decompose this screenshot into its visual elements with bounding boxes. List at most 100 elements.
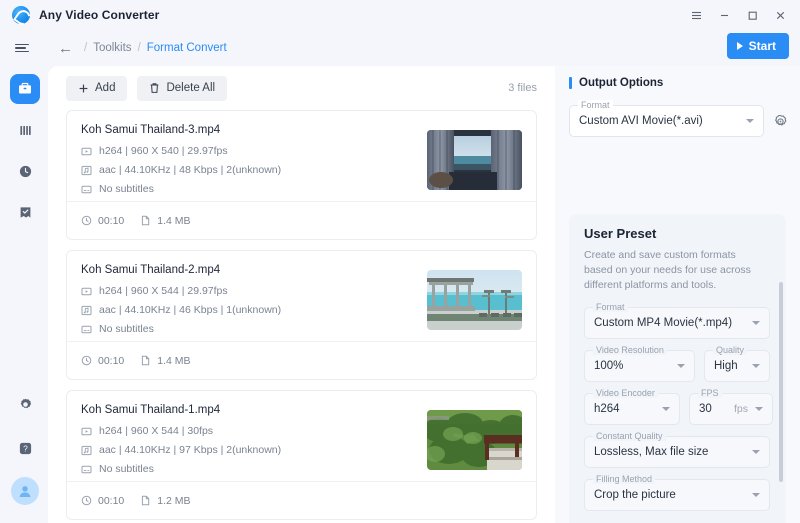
table-row[interactable]: Koh Samui Thailand-2.mp4 h264 | 960 X 54… [66, 250, 537, 380]
file-icon [140, 495, 151, 506]
sidebar-item-help[interactable]: ? [10, 433, 40, 463]
fps-value: 30 [699, 403, 712, 415]
subtitle-icon [81, 464, 92, 475]
svg-text:?: ? [23, 443, 28, 453]
back-arrow-icon[interactable]: ← [58, 41, 73, 56]
file-duration: 00:10 [81, 355, 124, 367]
constant-quality-label: Constant Quality [593, 431, 666, 441]
output-options-panel: Output Options Format Custom AVI Movie(*… [555, 66, 800, 523]
chevron-down-icon [752, 321, 760, 325]
audio-meta-text: aac | 44.10KHz | 97 Kbps | 2(unknown) [99, 444, 282, 456]
file-size: 1.4 MB [140, 355, 191, 367]
maximize-button[interactable] [738, 2, 766, 28]
user-preset-description: Create and save custom formats based on … [584, 249, 751, 291]
delete-all-button-label: Delete All [166, 82, 216, 94]
clock-icon [81, 215, 92, 226]
sidebar-item-tasks[interactable] [10, 197, 40, 227]
chevron-down-icon [662, 407, 670, 411]
video-encoder-value: h264 [594, 403, 620, 415]
clock-icon [81, 495, 92, 506]
close-button[interactable] [766, 2, 794, 28]
start-button[interactable]: Start [726, 33, 789, 59]
file-cards: Koh Samui Thailand-3.mp4 h264 | 960 X 54… [48, 110, 555, 520]
subtitle-icon [81, 184, 92, 195]
clock-icon [81, 355, 92, 366]
accent-bar [569, 77, 572, 89]
page-title: Output Options [579, 77, 664, 89]
quality-label: Quality [713, 345, 748, 355]
avatar[interactable] [11, 477, 39, 505]
file-size-text: 1.4 MB [157, 214, 191, 227]
chevron-down-icon [677, 364, 685, 368]
file-duration-text: 00:10 [98, 494, 125, 507]
preset-scrollbar[interactable] [779, 282, 783, 482]
audio-icon [81, 165, 92, 176]
resolution-quality-row: Video Resolution 100% Quality High [584, 345, 770, 393]
file-list-panel: Add Delete All 3 files Koh Samui Thailan… [48, 66, 555, 523]
output-format-select[interactable]: Format Custom AVI Movie(*.avi) [569, 100, 764, 137]
video-resolution-select[interactable]: Video Resolution 100% [584, 345, 695, 382]
fps-input[interactable]: FPS 30 fps [689, 388, 773, 425]
sidebar-toggle-icon[interactable] [15, 43, 31, 53]
sidebar-item-toolbox[interactable] [10, 74, 40, 104]
user-preset-panel: User Preset Create and save custom forma… [569, 214, 786, 523]
file-thumbnail [427, 130, 522, 190]
sidebar-item-library[interactable] [10, 115, 40, 145]
chevron-down-icon [752, 364, 760, 368]
video-meta-text: h264 | 960 X 540 | 29.97fps [99, 145, 228, 157]
menu-button[interactable] [682, 2, 710, 28]
app-window: Any Video Converter ← / Toolkits / Forma… [0, 0, 800, 523]
quality-value: High [714, 360, 738, 372]
file-list-toolbar: Add Delete All 3 files [48, 66, 555, 110]
constant-quality-select[interactable]: Constant Quality Lossless, Max file size [584, 431, 770, 468]
video-encoder-select[interactable]: Video Encoder h264 [584, 388, 680, 425]
delete-all-button[interactable]: Delete All [137, 75, 228, 101]
file-duration: 00:10 [81, 215, 124, 227]
sidebar-item-history[interactable] [10, 156, 40, 186]
subtitle-meta-text: No subtitles [99, 463, 154, 475]
video-encoder-label: Video Encoder [593, 388, 658, 398]
video-resolution-label: Video Resolution [593, 345, 667, 355]
breadcrumb-separator: / [84, 42, 88, 54]
quality-select[interactable]: Quality High [704, 345, 770, 382]
add-button[interactable]: Add [66, 75, 128, 101]
preset-format-value: Custom MP4 Movie(*.mp4) [594, 317, 733, 329]
sidebar-item-settings[interactable] [10, 389, 40, 419]
audio-meta-text: aac | 44.10KHz | 46 Kbps | 1(unknown) [99, 304, 282, 316]
subtitle-icon [81, 324, 92, 335]
breadcrumb-separator: / [137, 42, 141, 54]
breadcrumb-bar: ← / Toolkits / Format Convert [0, 30, 800, 66]
title-bar: Any Video Converter [0, 0, 800, 30]
file-size-text: 1.2 MB [157, 494, 191, 507]
filling-method-select[interactable]: Filling Method Crop the picture [584, 474, 770, 511]
app-title: Any Video Converter [39, 8, 160, 22]
preset-format-label: Format [593, 302, 628, 312]
audio-meta-text: aac | 44.10KHz | 48 Kbps | 2(unknown) [99, 164, 282, 176]
chevron-down-icon [752, 493, 760, 497]
breadcrumb-item-format-convert[interactable]: Format Convert [147, 42, 227, 54]
output-format-row: Format Custom AVI Movie(*.avi) [555, 89, 800, 137]
output-options-header: Output Options [555, 66, 800, 89]
subtitle-meta-text: No subtitles [99, 183, 154, 195]
filling-method-label: Filling Method [593, 474, 656, 484]
format-settings-button[interactable] [773, 114, 788, 129]
minimize-button[interactable] [710, 2, 738, 28]
window-controls [682, 2, 800, 28]
file-duration: 00:10 [81, 495, 124, 507]
video-icon [81, 286, 92, 297]
table-row[interactable]: Koh Samui Thailand-1.mp4 h264 | 960 X 54… [66, 390, 537, 520]
sidebar: ? [0, 66, 50, 523]
subtitle-meta-text: No subtitles [99, 323, 154, 335]
file-duration-text: 00:10 [98, 214, 125, 227]
table-row[interactable]: Koh Samui Thailand-3.mp4 h264 | 960 X 54… [66, 110, 537, 240]
file-thumbnail [427, 270, 522, 330]
video-icon [81, 426, 92, 437]
fps-label: FPS [698, 388, 722, 398]
output-format-label: Format [578, 100, 613, 110]
breadcrumb-item-toolkits[interactable]: Toolkits [93, 42, 131, 54]
trash-icon [151, 83, 159, 93]
add-button-label: Add [95, 82, 116, 94]
preset-format-select[interactable]: Format Custom MP4 Movie(*.mp4) [584, 302, 770, 339]
chevron-down-icon [752, 450, 760, 454]
chevron-down-icon [746, 119, 754, 123]
